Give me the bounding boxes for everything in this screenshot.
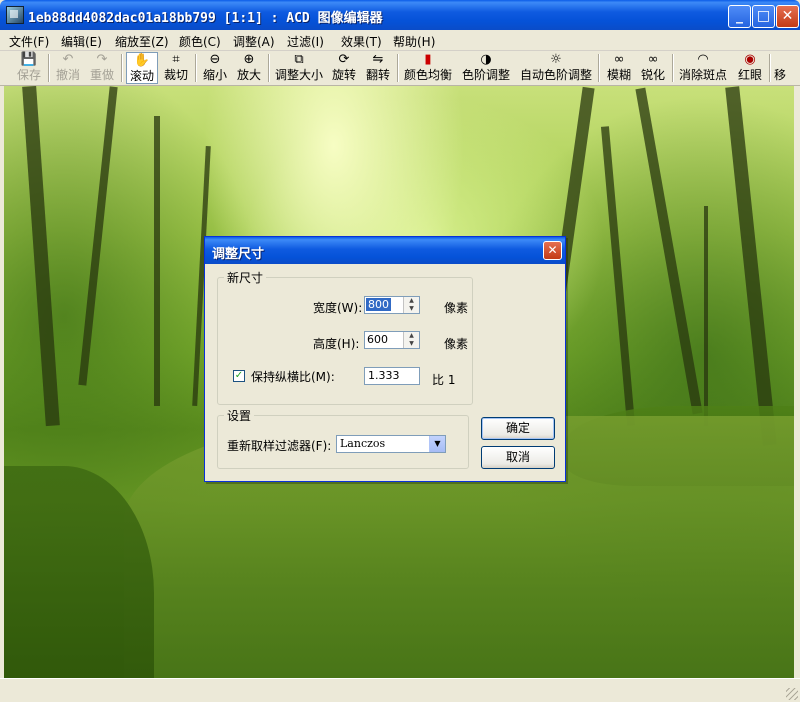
crop-tool-button[interactable]: ⌗ 裁切 bbox=[160, 52, 192, 84]
flip-icon: ⇋ bbox=[372, 52, 384, 67]
rotate-button[interactable]: ⟳ 旋转 bbox=[328, 52, 360, 84]
blur-icon: ∞ bbox=[613, 52, 625, 67]
height-value[interactable]: 600 bbox=[367, 333, 388, 346]
height-label: 高度(H): bbox=[313, 337, 360, 351]
height-spinner[interactable]: 600 ▲ ▼ bbox=[364, 331, 420, 349]
toolbar-overflow-button[interactable]: 移 bbox=[774, 52, 800, 84]
toolbar: 💾 保存 ↶ 撤消 ↷ 重做 ✋ 滚动 ⌗ 裁切 ⊖ 缩小 ⊕ 放大 ⧉ 调整大… bbox=[0, 51, 800, 86]
auto-levels-icon: ☼ bbox=[550, 52, 562, 67]
resize-icon: ⧉ bbox=[294, 52, 304, 67]
undo-button[interactable]: ↶ 撤消 bbox=[52, 52, 84, 84]
ratio-field[interactable]: 1.333 bbox=[364, 367, 420, 385]
height-up-arrow[interactable]: ▲ bbox=[404, 332, 419, 340]
scroll-tool-button[interactable]: ✋ 滚动 bbox=[126, 52, 158, 84]
menu-filter[interactable]: 过滤(I) bbox=[284, 32, 327, 51]
zoom-out-icon: ⊖ bbox=[209, 52, 221, 67]
filter-select-value: Lanczos bbox=[340, 437, 386, 450]
close-button[interactable]: ✕ bbox=[776, 5, 799, 28]
overflow-icon bbox=[774, 52, 800, 68]
menu-bar: 文件(F) 编辑(E) 缩放至(Z) 颜色(C) 调整(A) 过滤(I) 效果(… bbox=[0, 30, 800, 51]
new-size-legend: 新尺寸 bbox=[227, 271, 264, 285]
auto-levels-button[interactable]: ☼ 自动色阶调整 bbox=[517, 52, 595, 84]
width-down-arrow[interactable]: ▼ bbox=[404, 305, 419, 313]
ratio-suffix: 比 1 bbox=[432, 373, 456, 387]
keep-ratio-label[interactable]: 保持纵横比(M): bbox=[251, 368, 335, 385]
width-unit: 像素 bbox=[444, 301, 469, 315]
width-value[interactable]: 800 bbox=[366, 298, 391, 311]
despeckle-button[interactable]: ◠ 消除斑点 bbox=[676, 52, 730, 84]
redo-button[interactable]: ↷ 重做 bbox=[86, 52, 118, 84]
flip-button[interactable]: ⇋ 翻转 bbox=[362, 52, 394, 84]
levels-button[interactable]: ◑ 色阶调整 bbox=[459, 52, 513, 84]
menu-effect[interactable]: 效果(T) bbox=[338, 32, 385, 51]
blur-button[interactable]: ∞ 模糊 bbox=[603, 52, 635, 84]
filter-label: 重新取样过滤器(F): bbox=[227, 439, 332, 453]
resize-button[interactable]: ⧉ 调整大小 bbox=[272, 52, 326, 84]
sharpen-icon: ∞ bbox=[647, 52, 659, 67]
menu-adjust[interactable]: 调整(A) bbox=[230, 32, 278, 51]
settings-legend: 设置 bbox=[227, 409, 252, 423]
dialog-titlebar[interactable]: 调整尺寸 ✕ bbox=[205, 237, 565, 264]
maximize-button[interactable]: □ bbox=[752, 5, 775, 28]
ok-button[interactable]: 确定 bbox=[481, 417, 555, 440]
hand-icon: ✋ bbox=[133, 53, 151, 68]
width-label: 宽度(W): bbox=[313, 301, 363, 315]
resize-grip[interactable] bbox=[786, 688, 798, 700]
filter-select[interactable]: Lanczos ▼ bbox=[336, 435, 446, 453]
levels-icon: ◑ bbox=[480, 52, 492, 67]
zoom-in-button[interactable]: ⊕ 放大 bbox=[233, 52, 265, 84]
chevron-down-icon[interactable]: ▼ bbox=[429, 436, 445, 452]
red-eye-button[interactable]: ◉ 红眼 bbox=[734, 52, 766, 84]
save-button[interactable]: 💾 保存 bbox=[12, 52, 46, 84]
window-titlebar[interactable]: 1eb88dd4082dac01a18bb799 [1:1] : ACD 图像编… bbox=[0, 0, 800, 30]
headphones-icon: ◠ bbox=[697, 52, 709, 67]
color-balance-icon: ▮ bbox=[424, 52, 432, 67]
dialog-close-button[interactable]: ✕ bbox=[543, 241, 562, 260]
zoom-out-button[interactable]: ⊖ 缩小 bbox=[199, 52, 231, 84]
resize-dialog: 调整尺寸 ✕ 新尺寸 宽度(W): 800 ▲ ▼ 像素 高度(H): 600 ▲… bbox=[204, 236, 566, 482]
eye-icon: ◉ bbox=[744, 52, 756, 67]
color-balance-button[interactable]: ▮ 颜色均衡 bbox=[401, 52, 455, 84]
app-icon bbox=[6, 6, 24, 24]
rotate-icon: ⟳ bbox=[338, 52, 350, 67]
menu-file[interactable]: 文件(F) bbox=[6, 32, 52, 51]
minimize-button[interactable]: _ bbox=[728, 5, 751, 28]
width-up-arrow[interactable]: ▲ bbox=[404, 297, 419, 305]
save-icon: 💾 bbox=[20, 52, 38, 67]
height-down-arrow[interactable]: ▼ bbox=[404, 340, 419, 348]
status-bar bbox=[0, 678, 800, 702]
zoom-in-icon: ⊕ bbox=[243, 52, 255, 67]
cancel-button[interactable]: 取消 bbox=[481, 446, 555, 469]
sharpen-button[interactable]: ∞ 锐化 bbox=[637, 52, 669, 84]
width-spinner[interactable]: 800 ▲ ▼ bbox=[364, 296, 420, 314]
menu-help[interactable]: 帮助(H) bbox=[390, 32, 438, 51]
window-title: 1eb88dd4082dac01a18bb799 [1:1] : ACD 图像编… bbox=[28, 11, 383, 26]
menu-color[interactable]: 颜色(C) bbox=[176, 32, 224, 51]
menu-zoom[interactable]: 缩放至(Z) bbox=[112, 32, 172, 51]
dialog-title: 调整尺寸 bbox=[212, 247, 265, 262]
redo-icon: ↷ bbox=[96, 52, 108, 67]
height-unit: 像素 bbox=[444, 337, 469, 351]
menu-edit[interactable]: 编辑(E) bbox=[58, 32, 105, 51]
keep-ratio-checkbox[interactable]: ✓ bbox=[233, 370, 245, 382]
undo-icon: ↶ bbox=[62, 52, 74, 67]
crop-icon: ⌗ bbox=[172, 52, 180, 67]
